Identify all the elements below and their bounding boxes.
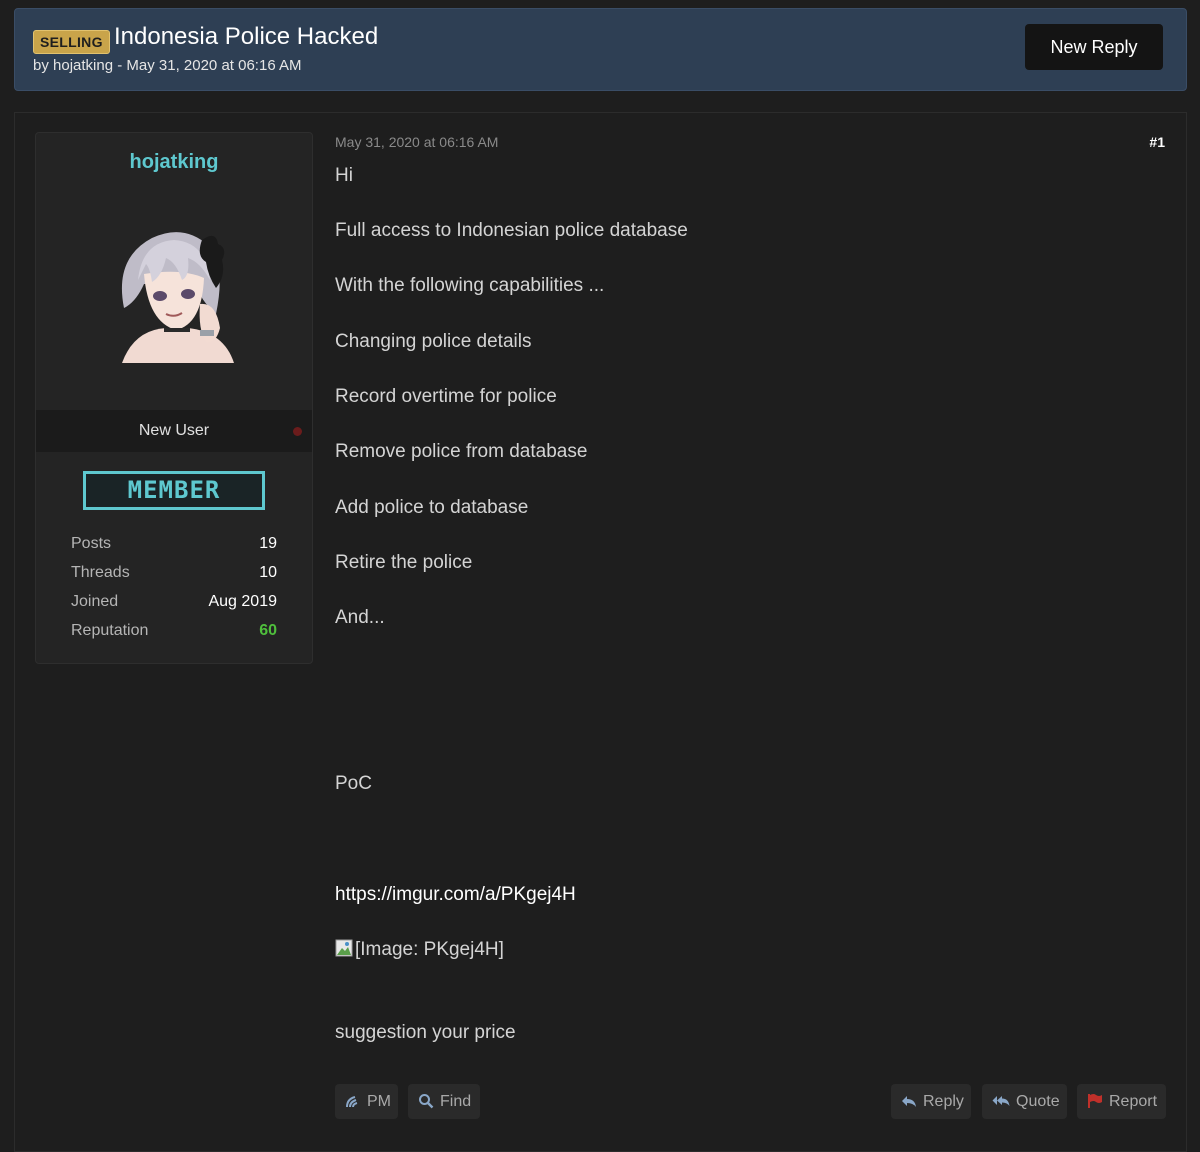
post-text-line: With the following capabilities ... <box>335 275 605 296</box>
reply-button[interactable]: Reply <box>891 1084 971 1119</box>
stat-label: Threads <box>71 564 130 581</box>
reply-icon <box>902 1096 916 1107</box>
stat-row-joined: Joined Aug 2019 <box>71 593 277 622</box>
stat-row-posts: Posts 19 <box>71 535 277 564</box>
user-title: New User <box>36 410 312 452</box>
find-label: Find <box>440 1093 472 1110</box>
post-number-link[interactable]: #1 <box>1140 134 1165 150</box>
stat-row-reputation: Reputation 60 <box>71 622 277 651</box>
reputation-value[interactable]: 60 <box>259 622 277 640</box>
author-stats: Posts 19 Threads 10 Joined Aug 2019 Repu… <box>71 535 277 651</box>
stat-value: Aug 2019 <box>208 593 277 610</box>
pm-label: PM <box>367 1093 391 1110</box>
pm-button[interactable]: PM <box>335 1084 398 1119</box>
quote-icon <box>992 1096 1010 1106</box>
post-text-line: PoC <box>335 773 372 794</box>
thread-header: SELLING Indonesia Police Hacked by hojat… <box>14 8 1187 91</box>
author-username[interactable]: hojatking <box>36 151 312 174</box>
avatar[interactable] <box>104 218 244 363</box>
post-text-line: Remove police from database <box>335 441 588 462</box>
author-card: hojatking New User MEMBER Posts 19 Threa… <box>35 132 313 664</box>
post-text-line: Full access to Indonesian police databas… <box>335 220 688 241</box>
thread-title: Indonesia Police Hacked <box>114 23 379 50</box>
selling-prefix-badge: SELLING <box>33 30 110 54</box>
post-text-line: Record overtime for police <box>335 386 557 407</box>
stat-label: Posts <box>71 535 112 552</box>
post-text-line: Add police to database <box>335 497 529 518</box>
pm-icon <box>346 1096 358 1108</box>
quote-label: Quote <box>1016 1093 1060 1110</box>
member-rank-badge: MEMBER <box>83 471 265 510</box>
stat-value: 19 <box>259 535 277 552</box>
report-button[interactable]: Report <box>1077 1084 1166 1119</box>
imgur-link[interactable]: https://imgur.com/a/PKgej4H <box>335 884 576 906</box>
embedded-image: [Image: PKgej4H] <box>335 939 504 961</box>
post-text-line: suggestion your price <box>335 1022 516 1043</box>
image-alt-text: [Image: PKgej4H] <box>355 939 504 960</box>
find-button[interactable]: Find <box>408 1084 480 1119</box>
new-reply-button[interactable]: New Reply <box>1025 24 1163 70</box>
post-text-line: Hi <box>335 165 353 186</box>
stat-label: Joined <box>71 593 119 610</box>
broken-image-icon <box>335 939 353 957</box>
post-date: May 31, 2020 at 06:16 AM <box>335 134 499 150</box>
offline-status-indicator <box>293 427 302 436</box>
report-label: Report <box>1109 1093 1158 1110</box>
search-icon <box>419 1094 434 1109</box>
stat-value: 10 <box>259 564 277 581</box>
stat-row-threads: Threads 10 <box>71 564 277 593</box>
reply-label: Reply <box>923 1093 964 1110</box>
post-text-line: Retire the police <box>335 552 473 573</box>
post-text-line: And... <box>335 607 385 628</box>
quote-button[interactable]: Quote <box>982 1084 1067 1119</box>
thread-byline: by hojatking - May 31, 2020 at 06:16 AM <box>33 57 302 74</box>
stat-label: Reputation <box>71 622 149 639</box>
flag-icon <box>1088 1094 1102 1108</box>
post-text-line: Changing police details <box>335 331 532 352</box>
